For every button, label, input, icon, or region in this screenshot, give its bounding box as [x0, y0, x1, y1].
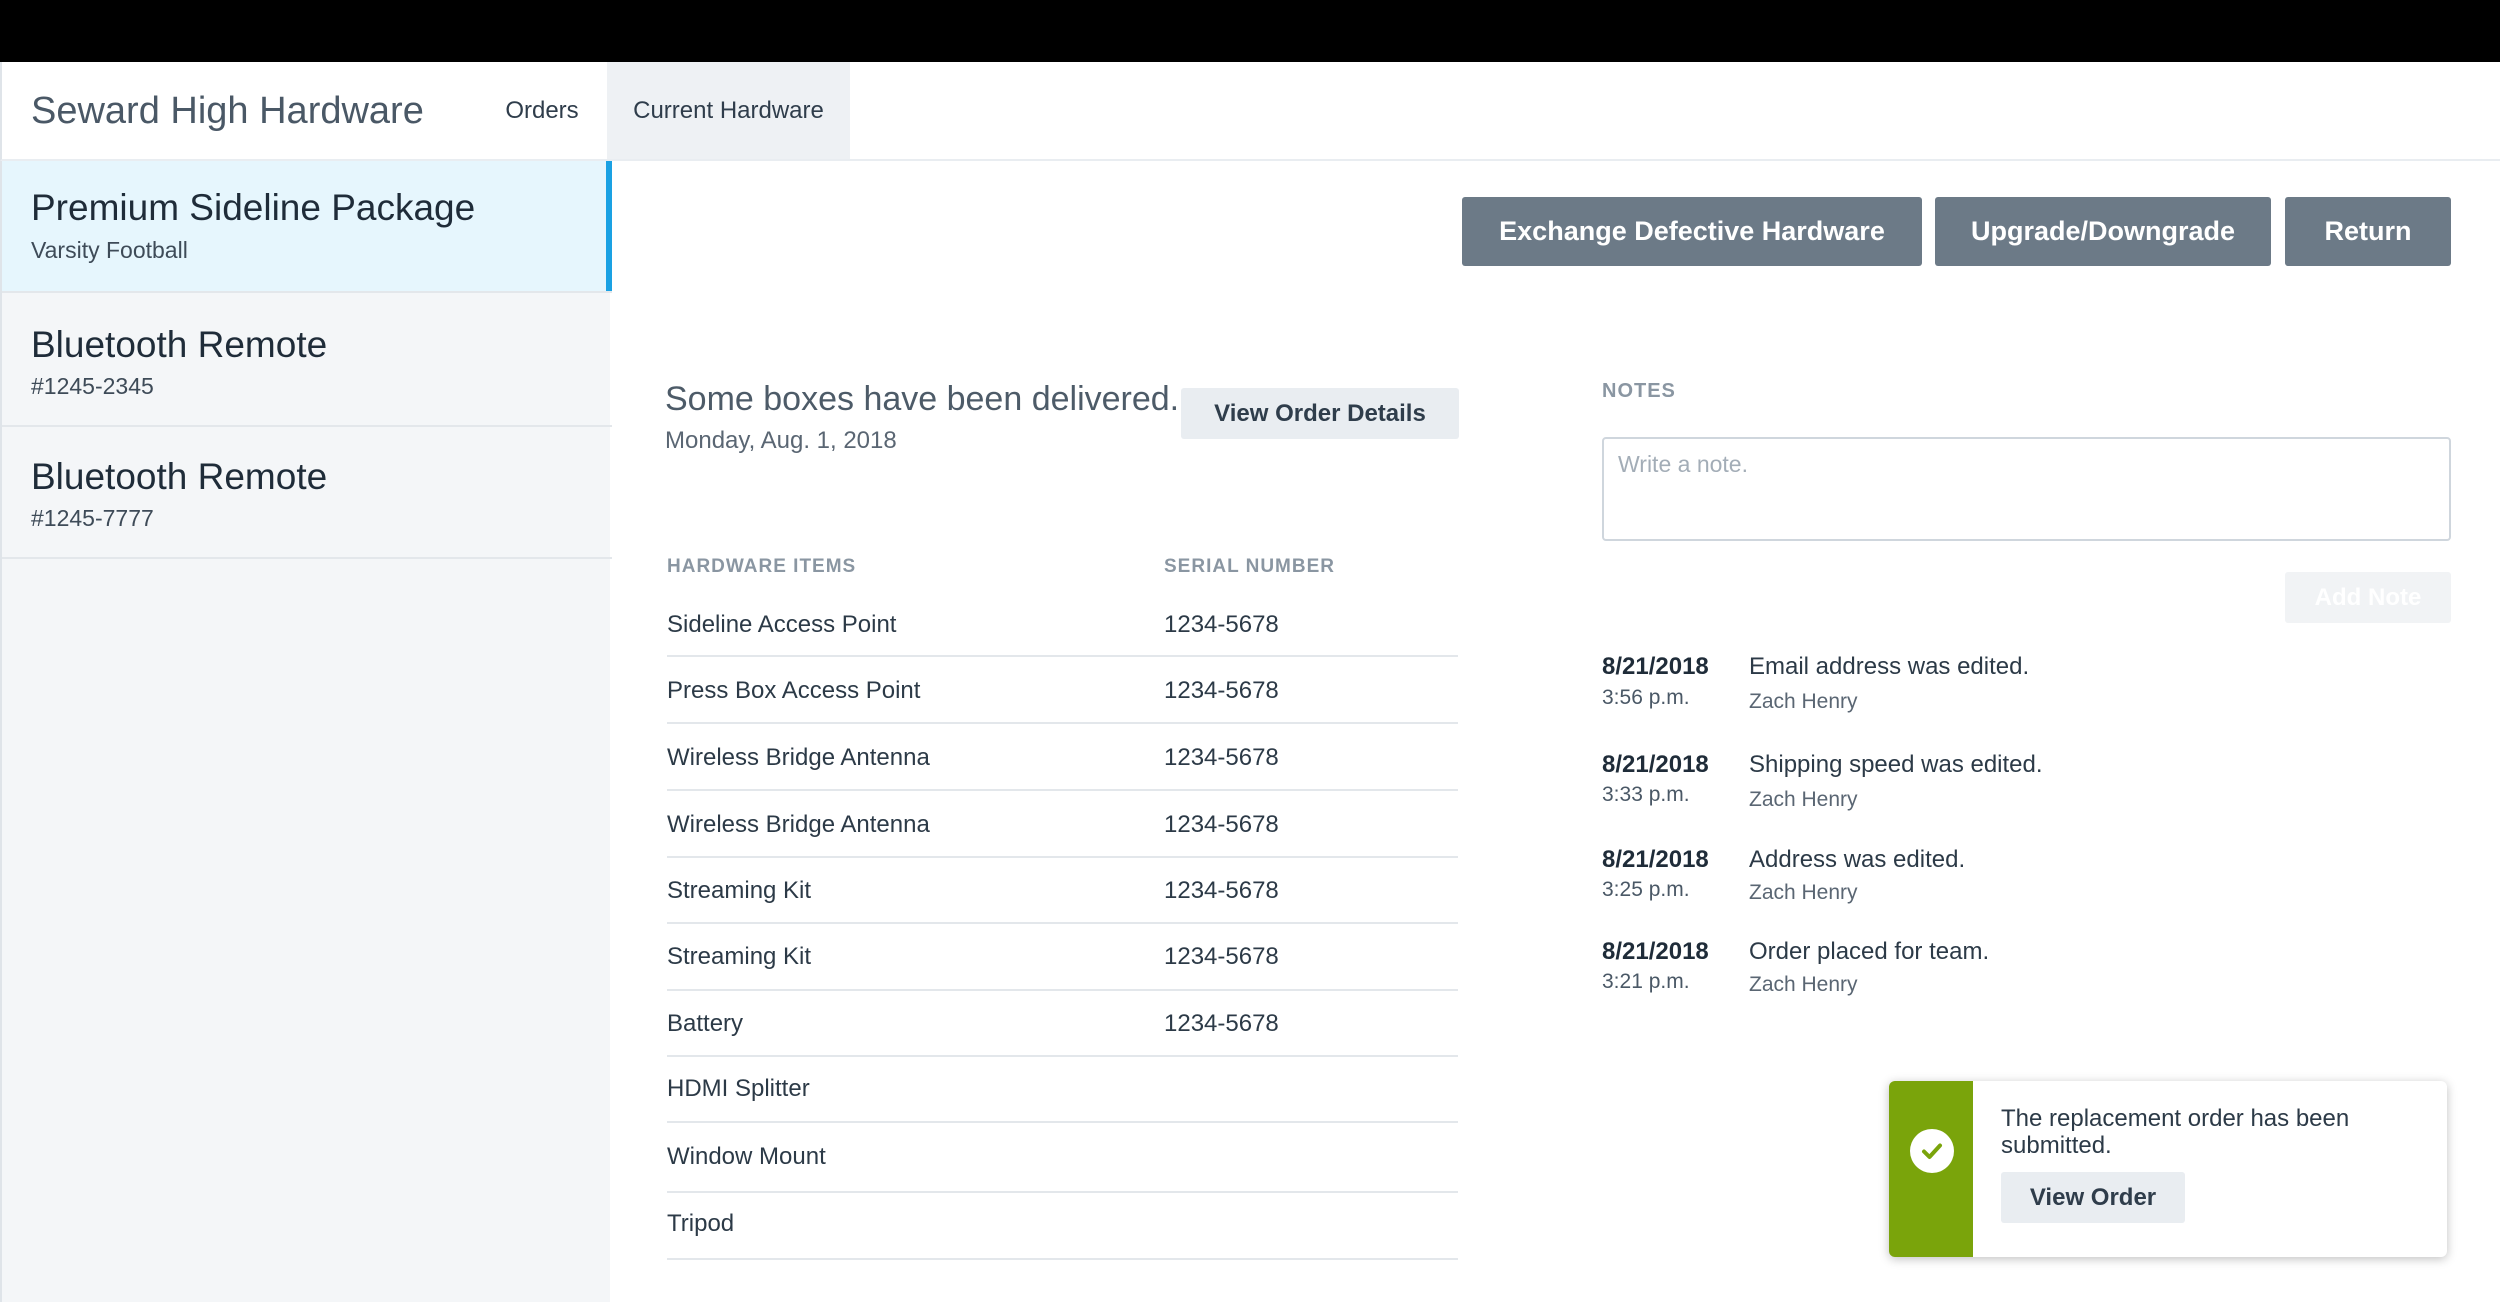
- upgrade-downgrade-button[interactable]: Upgrade/Downgrade: [1935, 197, 2271, 266]
- hardware-item-serial: 1234-5678: [1164, 943, 1279, 970]
- activity-date: 8/21/2018: [1602, 653, 1709, 680]
- hardware-item-name: Wireless Bridge Antenna: [667, 811, 930, 838]
- activity-time: 3:25 p.m.: [1602, 878, 1690, 901]
- table-row: Window Mount: [667, 1123, 1458, 1193]
- activity-text: Shipping speed was edited.: [1749, 751, 2043, 778]
- activity-user: Zach Henry: [1749, 788, 1858, 811]
- hardware-item-serial: 1234-5678: [1164, 1010, 1279, 1037]
- activity-time: 3:56 p.m.: [1602, 686, 1690, 709]
- sidebar-item-title: Premium Sideline Package: [31, 187, 476, 228]
- sidebar-item-title: Bluetooth Remote: [31, 324, 328, 365]
- window-top-bar: [0, 0, 2500, 62]
- hardware-item-serial: 1234-5678: [1164, 811, 1279, 838]
- activity-time: 3:21 p.m.: [1602, 970, 1690, 993]
- sidebar-item-bluetooth-remote-2345[interactable]: Bluetooth Remote #1245-2345: [2, 295, 612, 427]
- hardware-item-name: HDMI Splitter: [667, 1075, 810, 1102]
- tab-orders[interactable]: Orders: [482, 62, 602, 159]
- activity-date: 8/21/2018: [1602, 846, 1709, 873]
- table-row: Wireless Bridge Antenna 1234-5678: [667, 791, 1458, 858]
- table-row: Streaming Kit 1234-5678: [667, 924, 1458, 991]
- activity-text: Email address was edited.: [1749, 653, 2030, 680]
- activity-time: 3:33 p.m.: [1602, 783, 1690, 806]
- sidebar-item-premium-sideline-package[interactable]: Premium Sideline Package Varsity Footbal…: [2, 161, 612, 293]
- hardware-item-name: Battery: [667, 1010, 744, 1037]
- return-button[interactable]: Return: [2285, 197, 2451, 266]
- sidebar-item-bluetooth-remote-7777[interactable]: Bluetooth Remote #1245-7777: [2, 427, 612, 559]
- table-row: Press Box Access Point 1234-5678: [667, 657, 1458, 724]
- column-header-serial-number: SERIAL NUMBER: [1164, 556, 1335, 577]
- delivery-date: Monday, Aug. 1, 2018: [665, 427, 897, 454]
- delivery-status-message: Some boxes have been delivered.: [665, 380, 1180, 418]
- hardware-item-name: Window Mount: [667, 1143, 826, 1170]
- hardware-item-serial: 1234-5678: [1164, 744, 1279, 771]
- table-row: Battery 1234-5678: [667, 991, 1458, 1057]
- table-row: Sideline Access Point 1234-5678: [667, 588, 1458, 657]
- notes-label: NOTES: [1602, 380, 1676, 402]
- activity-date: 8/21/2018: [1602, 938, 1709, 965]
- sidebar-item-subtitle: #1245-2345: [31, 373, 154, 399]
- view-order-details-button[interactable]: View Order Details: [1181, 388, 1459, 439]
- hardware-item-name: Tripod: [667, 1210, 735, 1237]
- tab-current-hardware[interactable]: Current Hardware: [607, 62, 850, 159]
- toast-status-bar: [1889, 1081, 1973, 1257]
- sidebar-item-subtitle: #1245-7777: [31, 505, 154, 531]
- sidebar-item-title: Bluetooth Remote: [31, 456, 328, 497]
- activity-user: Zach Henry: [1749, 690, 1858, 713]
- table-row: Wireless Bridge Antenna 1234-5678: [667, 724, 1458, 791]
- add-note-button[interactable]: Add Note: [2285, 572, 2451, 623]
- success-toast: The replacement order has been submitted…: [1889, 1081, 2447, 1257]
- activity-text: Address was edited.: [1749, 846, 1966, 873]
- hardware-item-name: Sideline Access Point: [667, 611, 897, 638]
- table-row: HDMI Splitter: [667, 1057, 1458, 1123]
- hardware-item-serial: 1234-5678: [1164, 677, 1279, 704]
- check-circle-icon: [1910, 1129, 1954, 1173]
- hardware-item-serial: 1234-5678: [1164, 877, 1279, 904]
- activity-date: 8/21/2018: [1602, 751, 1709, 778]
- app-header: Seward High Hardware Orders Current Hard…: [0, 62, 2500, 161]
- app-title: Seward High Hardware: [31, 90, 424, 132]
- hardware-sidebar: Premium Sideline Package Varsity Footbal…: [0, 161, 612, 1302]
- column-header-hardware-items: HARDWARE ITEMS: [667, 556, 857, 577]
- note-input[interactable]: [1602, 437, 2451, 541]
- activity-text: Order placed for team.: [1749, 938, 1990, 965]
- exchange-defective-hardware-button[interactable]: Exchange Defective Hardware: [1462, 197, 1922, 266]
- hardware-item-serial: 1234-5678: [1164, 611, 1279, 638]
- activity-user: Zach Henry: [1749, 881, 1858, 904]
- hardware-item-name: Streaming Kit: [667, 943, 812, 970]
- table-row: Streaming Kit 1234-5678: [667, 858, 1458, 924]
- activity-user: Zach Henry: [1749, 973, 1858, 996]
- hardware-item-name: Streaming Kit: [667, 877, 812, 904]
- hardware-item-name: Wireless Bridge Antenna: [667, 744, 930, 771]
- hardware-item-name: Press Box Access Point: [667, 677, 921, 704]
- toast-message: The replacement order has been submitted…: [2001, 1105, 2350, 1159]
- table-row: Tripod: [667, 1193, 1458, 1260]
- sidebar-item-subtitle: Varsity Football: [31, 237, 188, 263]
- view-order-button[interactable]: View Order: [2001, 1172, 2185, 1223]
